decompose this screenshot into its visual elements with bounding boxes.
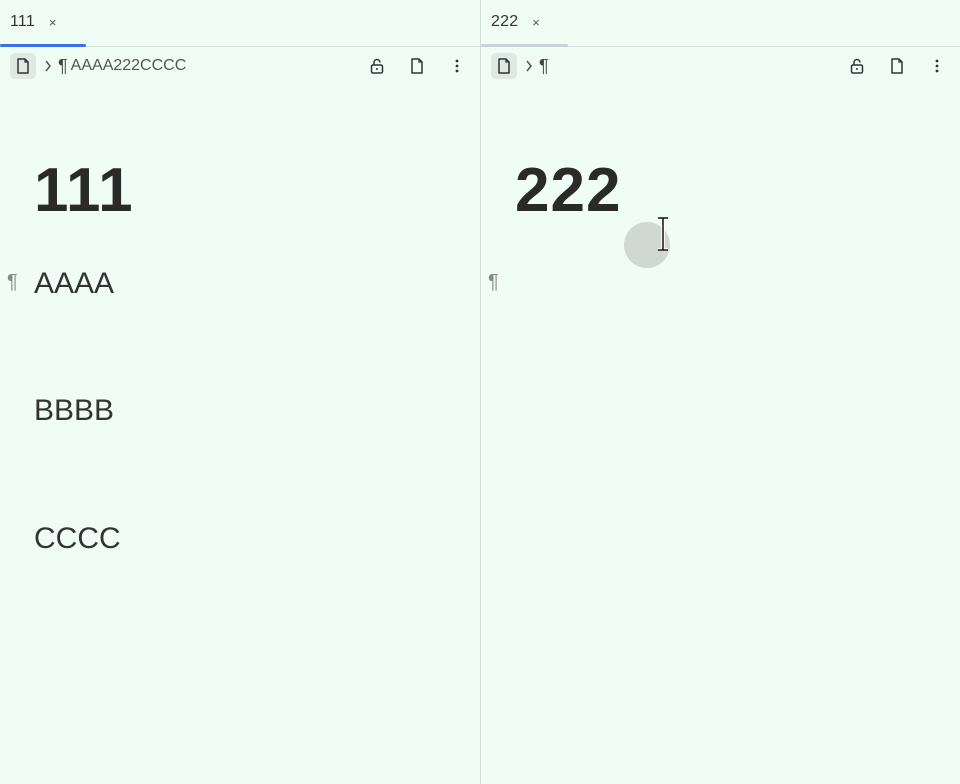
paragraph-block[interactable]: BBBB [34,394,114,428]
breadcrumb: ¶ AAAA222CCCC [0,47,480,85]
tab-close-button[interactable]: × [532,15,540,30]
more-vertical-icon [935,59,939,73]
editor-pane-left: 111 × ¶ AAAA222CCCC 111 ¶ AAAA BBBB CCCC [0,0,480,784]
document-view-button[interactable] [884,53,910,79]
pilcrow-icon: ¶ [58,55,68,76]
breadcrumb-item[interactable]: ¶ [539,56,552,77]
document-icon [411,58,423,74]
breadcrumb: ¶ [481,47,960,85]
document-icon [891,58,903,74]
tab-222[interactable]: 222 × [481,0,567,44]
tab-bar: 222 × [481,0,960,47]
more-options-button[interactable] [444,53,470,79]
chevron-right-icon [525,60,533,72]
app-window: 111 × ¶ AAAA222CCCC 111 ¶ AAAA BBBB CCCC… [0,0,960,784]
editor-pane-right: 222 × ¶ 222 ¶ [481,0,960,784]
lock-button[interactable] [364,53,390,79]
lock-open-icon [850,58,864,74]
pilcrow-icon: ¶ [539,55,549,76]
lock-button[interactable] [844,53,870,79]
breadcrumb-item[interactable]: ¶ AAAA222CCCC [58,56,186,77]
paragraph-marker-icon[interactable]: ¶ [488,271,499,294]
document-icon [498,58,510,74]
paragraph-block[interactable]: CCCC [34,522,121,556]
document-title[interactable]: 222 [515,155,621,226]
paragraph-marker-icon[interactable]: ¶ [7,271,18,294]
document-icon [17,58,29,74]
tab-111[interactable]: 111 × [0,0,85,44]
document-title[interactable]: 111 [34,155,134,226]
more-options-button[interactable] [924,53,950,79]
toolbar [350,53,470,79]
paragraph-block[interactable]: AAAA [34,267,114,301]
document-view-button[interactable] [404,53,430,79]
breadcrumb-text: AAAA222CCCC [70,57,187,74]
document-button[interactable] [491,53,517,79]
more-vertical-icon [455,59,459,73]
tab-title: 111 [10,13,35,30]
tab-bar: 111 × [0,0,480,47]
toolbar [830,53,950,79]
chevron-right-icon [44,60,52,72]
lock-open-icon [370,58,384,74]
tab-close-button[interactable]: × [49,15,57,30]
text-cursor-icon [658,217,668,251]
document-button[interactable] [10,53,36,79]
tab-title: 222 [491,13,519,30]
